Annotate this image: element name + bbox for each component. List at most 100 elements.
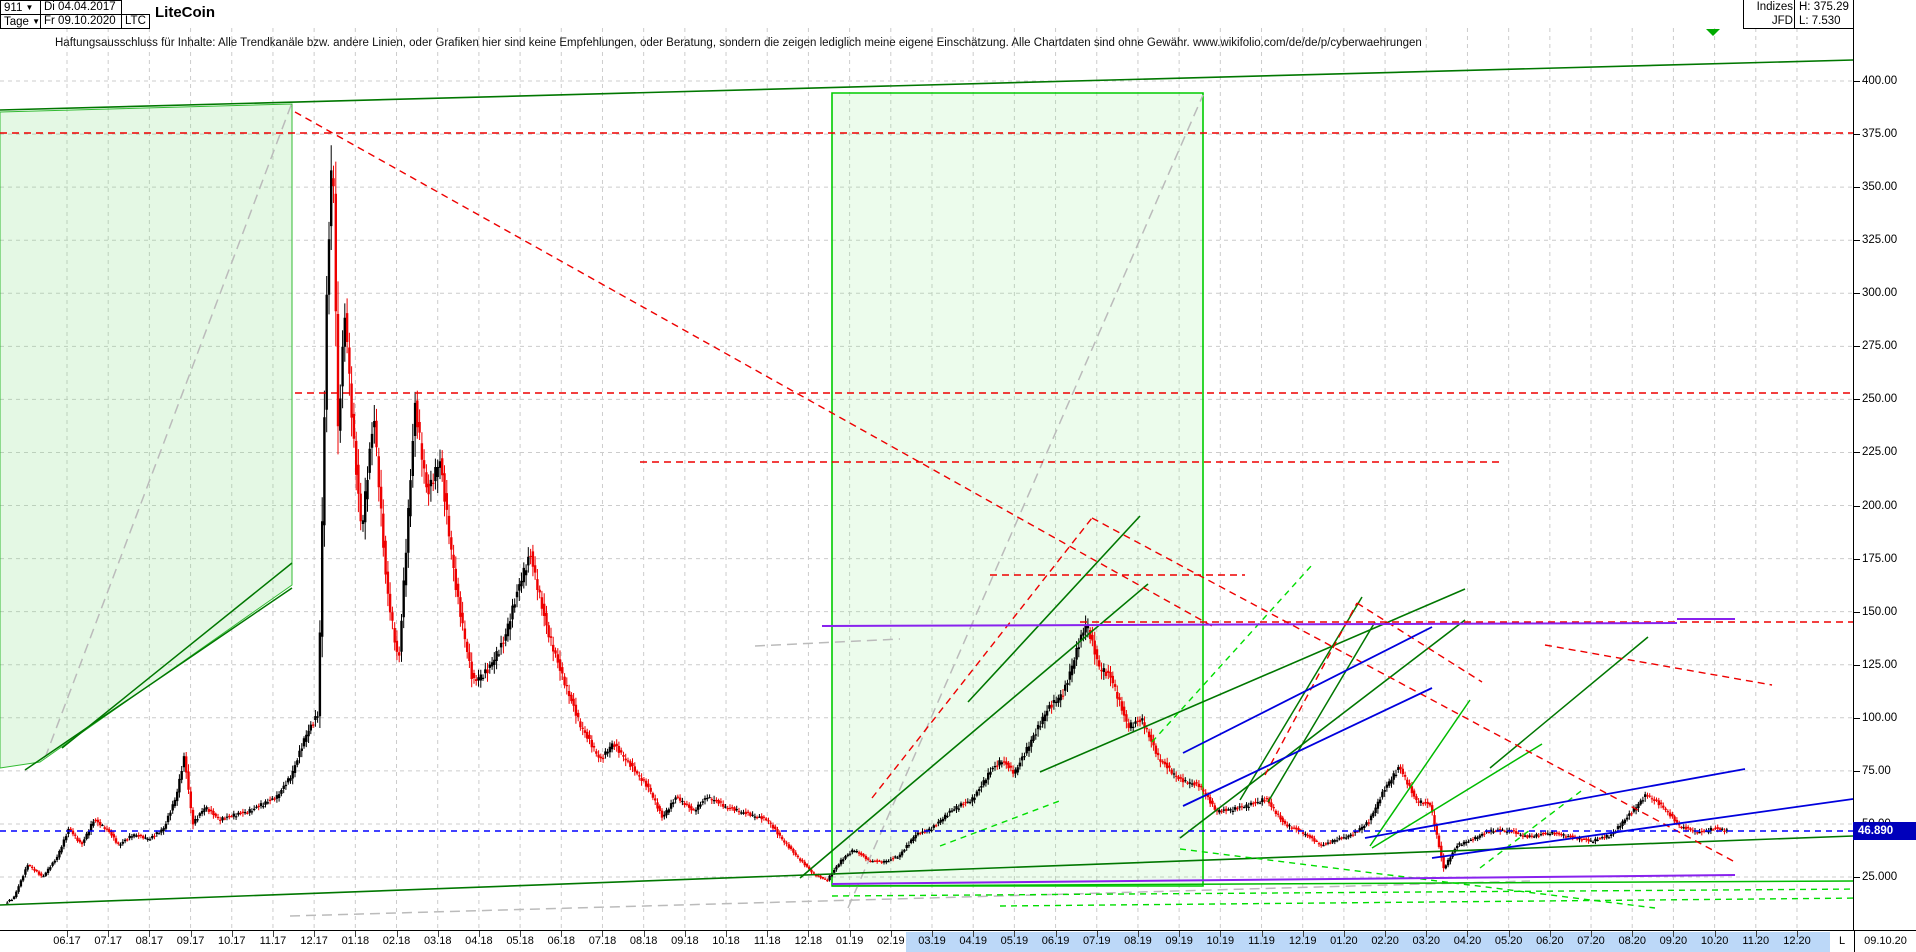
y-axis-label: 375.00 xyxy=(1862,128,1898,141)
x-axis-tick xyxy=(520,931,522,937)
x-axis-tick xyxy=(890,931,892,937)
x-axis-tick xyxy=(1796,931,1798,937)
green-dash-floor-1 xyxy=(831,888,1853,897)
chevron-down-icon: ▼ xyxy=(25,3,34,12)
y-axis-tick xyxy=(1854,293,1860,295)
y-axis-label: 400.00 xyxy=(1862,75,1898,87)
date-to-field[interactable]: Fr 09.10.2020 xyxy=(40,14,122,29)
x-axis-tick xyxy=(1343,931,1345,937)
wedge-2020-upper xyxy=(1179,619,1466,839)
x-axis-tick xyxy=(108,931,110,937)
marker-triangle-icon xyxy=(1706,29,1720,36)
y-axis-label: 125.00 xyxy=(1862,658,1898,671)
x-axis-tick xyxy=(643,931,645,937)
y-axis-label: 75.00 xyxy=(1862,764,1891,777)
y-axis-tick xyxy=(1854,611,1860,613)
timeframe-value: Tage xyxy=(4,16,29,28)
x-axis-tick xyxy=(602,931,604,937)
x-axis-tick xyxy=(1096,931,1098,937)
x-axis-tick xyxy=(1385,931,1387,937)
bars-count-dropdown[interactable]: 911 ▼ xyxy=(0,0,41,15)
y-axis-tick xyxy=(1854,664,1860,666)
provider-label: JFD xyxy=(1771,15,1793,27)
x-axis-tick xyxy=(767,931,769,937)
x-axis-tick xyxy=(231,931,233,937)
x-axis-tick xyxy=(973,931,975,937)
chevron-down-icon: ▼ xyxy=(32,17,41,26)
timeframe-dropdown[interactable]: Tage ▼ xyxy=(0,14,41,29)
x-axis-tick xyxy=(1014,931,1016,937)
x-axis-tick xyxy=(1220,931,1222,937)
blue-channel-2020-lower xyxy=(1182,687,1433,807)
x-axis[interactable]: L 09.10.20 06.17 07.17 08.17 09.17 10.17 11.1… xyxy=(0,930,1916,952)
y-axis-label: 150.00 xyxy=(1862,605,1898,618)
x-axis-tick xyxy=(1179,931,1181,937)
red-feb2020-fall xyxy=(1356,602,1483,683)
exchange-label: Indizes xyxy=(1756,1,1793,13)
low-value: L: 7.530 xyxy=(1799,15,1841,27)
overlay-under xyxy=(0,92,1531,917)
high-value: H: 375.29 xyxy=(1799,1,1849,13)
y-axis-label: 300.00 xyxy=(1862,287,1898,300)
y-axis-label: 350.00 xyxy=(1862,181,1898,194)
symbol-value: LTC xyxy=(125,15,146,27)
bars-count-value: 911 xyxy=(4,2,23,14)
y-axis-tick xyxy=(1854,505,1860,507)
x-axis-tick xyxy=(1591,931,1593,937)
last-bar-label: L xyxy=(1839,935,1846,947)
x-axis-tick xyxy=(272,931,274,937)
x-axis-tick xyxy=(355,931,357,937)
y-axis-tick xyxy=(1854,877,1860,878)
blue-riser-late-b xyxy=(1431,798,1853,859)
left-trend-channel-fill xyxy=(0,103,293,769)
y-axis-tick xyxy=(1854,81,1860,82)
last-date-box: 09.10.20 xyxy=(1854,931,1916,952)
y-axis-label: 200.00 xyxy=(1862,499,1898,512)
y-axis-tick xyxy=(1854,717,1860,719)
tai-pan-chart-window: 911 ▼ Di 04.04.2017 Tage ▼ Fr 09.10.2020… xyxy=(0,0,1916,952)
y-axis-label: 325.00 xyxy=(1862,234,1898,247)
x-axis-tick xyxy=(726,931,728,937)
x-axis-tick xyxy=(1508,931,1510,937)
x-axis-tick xyxy=(849,931,851,937)
y-axis[interactable]: 400.00 375.00 350.00 325.00 300.00 275.00 250.… xyxy=(1853,0,1916,930)
y-axis-tick xyxy=(1854,346,1860,348)
current-price-badge: 46.890 xyxy=(1853,821,1916,840)
x-axis-tick xyxy=(1426,931,1428,937)
y-axis-tick xyxy=(1854,399,1860,401)
y-axis-label: 275.00 xyxy=(1862,340,1898,353)
x-axis-tick xyxy=(931,931,933,937)
x-axis-tick xyxy=(1632,931,1634,937)
x-axis-tick xyxy=(1714,931,1716,937)
y-axis-label: 250.00 xyxy=(1862,393,1898,406)
x-axis-tick xyxy=(1055,931,1057,937)
x-axis-tick xyxy=(1137,931,1139,937)
price-chart-canvas[interactable] xyxy=(0,0,1853,930)
x-axis-tick xyxy=(314,931,316,937)
x-axis-tick xyxy=(478,931,480,937)
y-axis-tick xyxy=(1854,770,1860,772)
chart-title: LiteCoin xyxy=(155,4,215,21)
feb2020-fan-b xyxy=(1267,621,1376,803)
y-axis-label: 25.000 xyxy=(1862,871,1898,883)
y-axis-label: 175.00 xyxy=(1862,552,1898,565)
divider xyxy=(1794,0,1795,28)
x-axis-tick xyxy=(1673,931,1675,937)
x-axis-tick xyxy=(808,931,810,937)
x-axis-tick xyxy=(1261,931,1263,937)
y-axis-tick xyxy=(1854,187,1860,189)
date-from-field[interactable]: Di 04.04.2017 xyxy=(40,0,122,15)
disclaimer-text: Haftungsausschluss für Inhalte: Alle Tre… xyxy=(55,37,1422,49)
symbol-cell: LTC xyxy=(121,14,150,29)
y-axis-tick xyxy=(1854,452,1860,454)
x-axis-tick xyxy=(1467,931,1469,937)
x-axis-tick xyxy=(67,931,68,937)
y-axis-tick xyxy=(1854,134,1860,136)
x-axis-tick xyxy=(1549,931,1551,937)
y-axis-label: 225.00 xyxy=(1862,446,1898,459)
x-axis-tick xyxy=(684,931,686,937)
x-axis-tick xyxy=(561,931,563,937)
date-to-value: Fr 09.10.2020 xyxy=(44,15,116,27)
aug2020-riser xyxy=(1489,636,1649,769)
x-axis-tick xyxy=(190,931,192,937)
